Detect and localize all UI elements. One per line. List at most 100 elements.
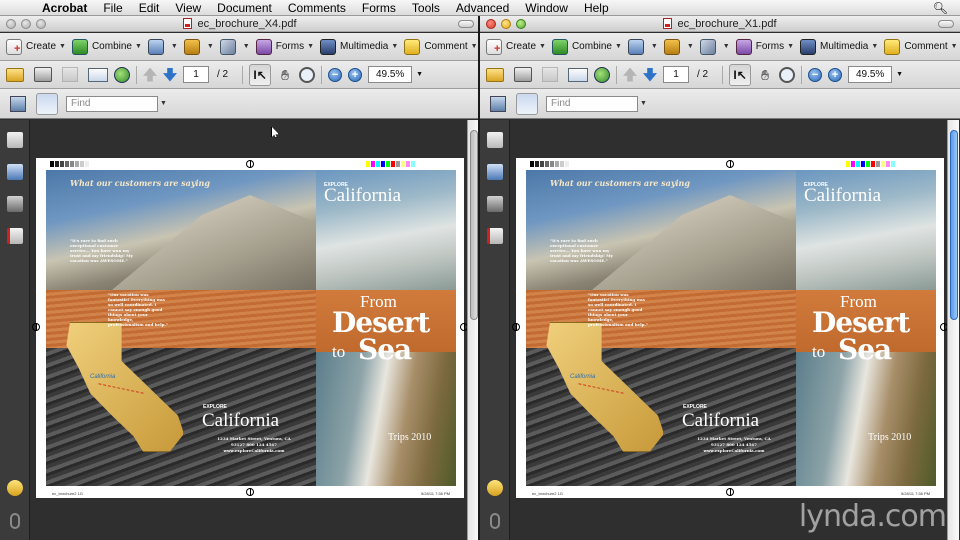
page-number-input[interactable]: 1 [663,66,689,83]
zoom-level-input[interactable]: 49.5% [368,66,413,83]
create-button[interactable]: Create▼ [486,36,546,58]
bookmarks-icon[interactable] [7,164,23,180]
secure-button[interactable]: ▼ [663,36,694,58]
scan-button[interactable] [490,93,506,115]
zoom-dropdown-icon[interactable]: ▼ [416,71,423,78]
open-button[interactable] [486,64,504,86]
zoom-level-input[interactable]: 49.5% [848,66,893,83]
fit-page-button[interactable] [36,92,58,115]
pdf-page: California What our customers are saying… [32,158,468,498]
page-number-input[interactable]: 1 [183,66,209,83]
menu-advanced[interactable]: Advanced [456,1,509,15]
find-input[interactable]: Find [546,95,638,112]
email-button[interactable] [568,64,588,86]
attachments-icon[interactable] [487,228,503,244]
toolbar-toggle-button[interactable] [458,20,474,28]
comments-icon[interactable] [487,480,503,496]
comments-icon[interactable] [7,480,23,496]
bookmarks-icon[interactable] [487,164,503,180]
collaborate-button[interactable] [594,64,610,86]
paperclip-icon[interactable] [490,513,500,529]
zoom-button[interactable] [516,19,526,29]
hand-icon: ✋︎ [281,66,290,83]
find-input[interactable]: Find [66,95,158,112]
next-page-button[interactable] [163,64,177,86]
minimize-button[interactable] [501,19,511,29]
save-button[interactable] [542,64,558,86]
zoom-in-button[interactable]: + [348,64,363,86]
document-view[interactable]: California What our customers are saying… [511,120,948,540]
zoom-in-button[interactable]: + [828,64,843,86]
fit-page-button[interactable] [516,92,538,115]
select-tool-button[interactable]: I↖ [249,63,272,86]
select-tool-button[interactable]: I↖ [729,63,752,86]
save-button[interactable] [62,64,78,86]
comment-button[interactable]: Comment ▼ [404,36,478,58]
hand-tool-button[interactable]: ✋︎ [757,64,773,86]
scrollbar-thumb[interactable] [470,130,478,320]
menu-app[interactable]: Acrobat [42,1,87,15]
combine-button[interactable]: Combine ▼ [71,36,142,58]
toolbar-separator [616,65,617,84]
zoom-tool-button[interactable] [779,64,796,86]
next-page-button[interactable] [643,64,657,86]
multimedia-button[interactable]: Multimedia ▼ [800,36,878,58]
menu-help[interactable]: Help [584,1,609,15]
headline-to: to [332,342,346,361]
menu-window[interactable]: Window [525,1,568,15]
address-block: 1234 Market Street, Ventura, CA 93127 80… [697,436,771,453]
zoom-dropdown-icon[interactable]: ▼ [896,71,903,78]
secure-button[interactable]: ▼ [183,36,214,58]
multimedia-label: Multimedia [820,41,869,52]
find-dropdown-icon[interactable]: ▼ [160,100,167,107]
previous-page-button[interactable] [143,64,157,86]
vertical-scrollbar[interactable] [947,120,959,540]
previous-page-button[interactable] [623,64,637,86]
menu-tools[interactable]: Tools [412,1,440,15]
signatures-icon[interactable] [7,196,23,212]
sign-button[interactable]: ▼ [699,36,730,58]
menu-edit[interactable]: Edit [139,1,160,15]
hand-tool-button[interactable]: ✋︎ [277,64,293,86]
window-controls [486,19,526,29]
pages-icon[interactable] [7,132,23,148]
multimedia-button[interactable]: Multimedia ▼ [320,36,398,58]
menu-forms[interactable]: Forms [362,1,396,15]
create-button[interactable]: Create▼ [6,36,66,58]
minimize-button[interactable] [21,19,31,29]
toolbar-toggle-button[interactable] [938,20,954,28]
open-button[interactable] [6,64,24,86]
close-button[interactable] [486,19,496,29]
share-button[interactable]: ▼ [147,36,178,58]
forms-button[interactable]: Forms ▼ [255,36,314,58]
zoom-out-button[interactable]: − [328,64,343,86]
menu-file[interactable]: File [103,1,122,15]
sign-button[interactable]: ▼ [219,36,250,58]
email-button[interactable] [88,64,108,86]
signatures-icon[interactable] [487,196,503,212]
find-dropdown-icon[interactable]: ▼ [640,100,647,107]
combine-button[interactable]: Combine ▼ [551,36,622,58]
paperclip-icon[interactable] [10,513,20,529]
spotlight-icon[interactable]: 🔍︎ [933,1,948,15]
menu-view[interactable]: View [175,1,201,15]
print-button[interactable] [514,64,532,86]
zoom-tool-button[interactable] [299,64,316,86]
zoom-out-button[interactable]: − [808,64,823,86]
document-view[interactable]: California What our customers are saying… [31,120,468,540]
page-total: / 2 [217,69,229,80]
close-button[interactable] [6,19,16,29]
scrollbar-thumb[interactable] [950,130,958,320]
pages-icon[interactable] [487,132,503,148]
print-button[interactable] [34,64,52,86]
attachments-icon[interactable] [7,228,23,244]
menu-comments[interactable]: Comments [288,1,346,15]
scan-button[interactable] [10,93,26,115]
zoom-button[interactable] [36,19,46,29]
prev-page-icon [143,67,157,82]
collaborate-button[interactable] [114,64,130,86]
comment-button[interactable]: Comment ▼ [884,36,958,58]
share-button[interactable]: ▼ [627,36,658,58]
forms-button[interactable]: Forms ▼ [735,36,794,58]
menu-document[interactable]: Document [217,1,272,15]
